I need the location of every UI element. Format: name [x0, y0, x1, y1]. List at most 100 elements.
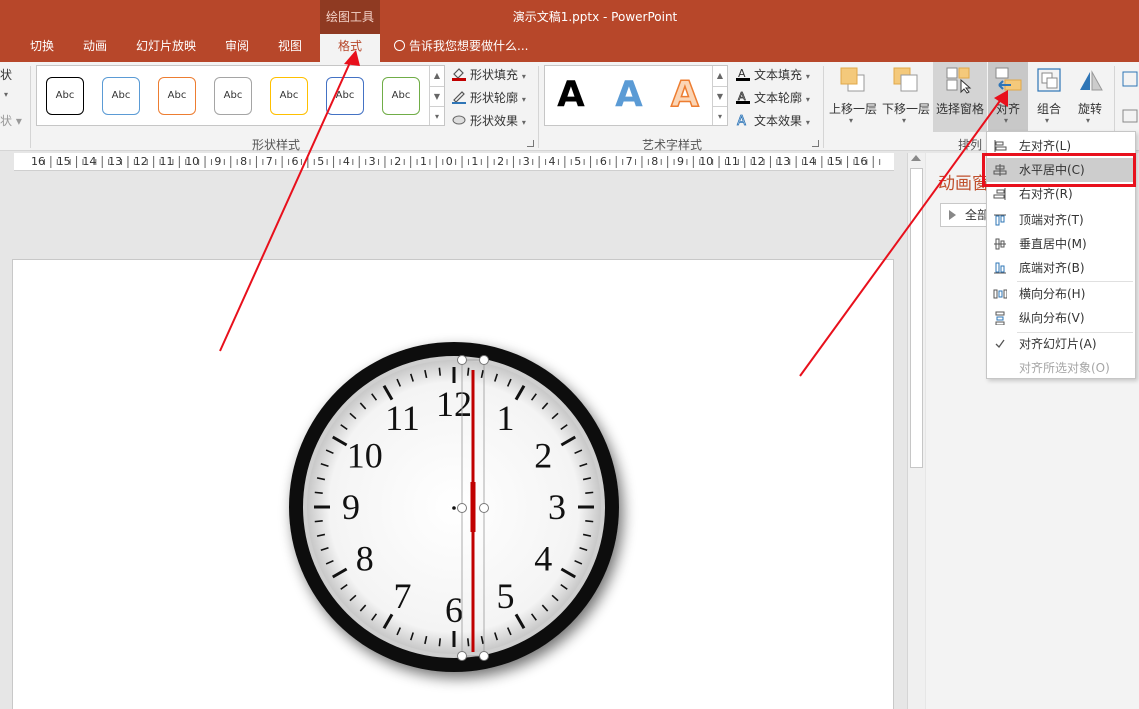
- gallery-more-icon[interactable]: ▾: [712, 106, 727, 125]
- pencil-icon: [451, 90, 467, 104]
- tell-me-search[interactable]: 告诉我您想要做什么...: [394, 37, 528, 54]
- shape-fill-button[interactable]: 形状填充 ▾: [451, 66, 526, 83]
- menu-item-align-to-slide[interactable]: 对齐幻灯片(A): [987, 332, 1135, 356]
- align-bottom-icon: [994, 262, 1006, 274]
- menu-item-distribute-vertical[interactable]: 纵向分布(V): [987, 306, 1135, 330]
- align-button[interactable]: 对齐 ▾: [988, 62, 1028, 132]
- tab-review[interactable]: 审阅: [225, 37, 249, 54]
- clock-numeral: 12: [436, 384, 472, 424]
- clock-graphic[interactable]: 12 12 3 45678 9 1011: [13, 260, 895, 709]
- align-right-icon: [993, 188, 1006, 200]
- send-backward-icon: [893, 67, 918, 92]
- tab-animations[interactable]: 动画: [83, 37, 107, 54]
- shape-style-sample[interactable]: Abc: [158, 77, 196, 115]
- wordart-styles-group-label: 艺术字样式: [642, 138, 703, 152]
- wordart-style-black[interactable]: A: [557, 74, 585, 115]
- clock-tick: [314, 491, 323, 494]
- text-effects-button[interactable]: A 文本效果 ▾: [735, 112, 810, 130]
- gallery-scroll-up-icon[interactable]: ▲: [429, 66, 444, 86]
- ruler-number: 16: [31, 155, 45, 168]
- paint-bucket-icon: [451, 67, 467, 81]
- resize-handle[interactable]: [457, 503, 467, 513]
- text-effects-label: 文本效果: [754, 114, 803, 128]
- ruler-number: 14: [82, 155, 97, 168]
- shape-style-sample[interactable]: Abc: [214, 77, 252, 115]
- shape-style-sample[interactable]: Abc: [326, 77, 364, 115]
- menu-item-align-top[interactable]: 顶端对齐(T): [987, 208, 1135, 232]
- bring-forward-icon: [840, 67, 865, 92]
- align-middle-icon: [994, 238, 1006, 250]
- dialog-launcher-icon[interactable]: [812, 140, 819, 147]
- shape-style-sample[interactable]: Abc: [46, 77, 84, 115]
- selection-pane-button[interactable]: 选择窗格: [933, 62, 987, 132]
- text-outline-button[interactable]: A 文本轮廓 ▾: [735, 89, 810, 106]
- resize-handle[interactable]: [479, 503, 489, 513]
- shape-style-sample[interactable]: Abc: [382, 77, 420, 115]
- menu-item-label: 垂直居中(M): [1019, 237, 1087, 251]
- scroll-thumb[interactable]: [910, 168, 923, 468]
- wordart-style-blue[interactable]: A: [615, 74, 643, 115]
- shape-outline-label: 形状轮廓: [470, 91, 519, 105]
- resize-handle[interactable]: [479, 355, 489, 365]
- shape-outline-button[interactable]: 形状轮廓 ▾: [451, 89, 526, 106]
- group-button[interactable]: 组合 ▾: [1029, 62, 1069, 132]
- scroll-up-icon[interactable]: [911, 155, 921, 161]
- gallery-more-icon[interactable]: ▾: [429, 106, 444, 125]
- ruler-number: 15: [827, 155, 842, 168]
- menu-item-align-middle[interactable]: 垂直居中(M): [987, 232, 1135, 256]
- menu-item-label: 对齐所选对象(O): [1019, 361, 1110, 375]
- checkmark-icon: [995, 339, 1005, 349]
- partial-command-1[interactable]: 状: [0, 66, 12, 83]
- resize-handle[interactable]: [457, 355, 467, 365]
- menu-item-label: 底端对齐(B): [1019, 261, 1085, 275]
- wordart-gallery[interactable]: A A A ▲ ▼ ▾: [544, 65, 728, 126]
- group-separator: [538, 66, 539, 148]
- gallery-scroll-down-icon[interactable]: ▼: [712, 86, 727, 106]
- title-bar: 绘图工具 演示文稿1.pptx - PowerPoint 切换 动画 幻灯片放映…: [0, 0, 1139, 62]
- menu-item-label: 右对齐(R): [1019, 187, 1073, 201]
- tab-format[interactable]: 格式: [320, 34, 380, 62]
- clock-numeral: 3: [548, 487, 566, 527]
- send-backward-button[interactable]: 下移一层 ▾: [880, 62, 932, 132]
- shape-effects-button[interactable]: 形状效果 ▾: [451, 112, 526, 129]
- slide-canvas[interactable]: 12 1 2 3 4 5 6 7 8 9 10 11: [12, 259, 894, 709]
- gallery-scroll-down-icon[interactable]: ▼: [429, 86, 444, 106]
- menu-item-label: 左对齐(L): [1019, 139, 1072, 153]
- shape-style-sample[interactable]: Abc: [102, 77, 140, 115]
- clock-center-dot: [452, 506, 456, 510]
- menu-item-distribute-horizontal[interactable]: 横向分布(H): [987, 282, 1135, 306]
- ruler-number: 2: [497, 155, 505, 168]
- menu-item-label: 对齐幻灯片(A): [1019, 337, 1097, 351]
- ruler-number: 9: [677, 155, 684, 168]
- ruler-number: 12: [133, 155, 148, 168]
- align-icon: [995, 67, 1022, 91]
- partial-command-2[interactable]: ▾: [4, 90, 8, 99]
- menu-item-label: 顶端对齐(T): [1019, 213, 1084, 227]
- ruler-number: 5: [574, 155, 582, 168]
- menu-item-label: 横向分布(H): [1019, 287, 1086, 301]
- dialog-launcher-icon[interactable]: [527, 140, 534, 147]
- ruler-number: 13: [776, 155, 791, 168]
- text-fill-button[interactable]: A 文本填充 ▾: [735, 66, 810, 83]
- rotate-button[interactable]: 旋转 ▾: [1070, 62, 1110, 132]
- resize-handle[interactable]: [457, 651, 467, 661]
- rotate-label: 旋转: [1077, 102, 1102, 116]
- clock-tick: [467, 367, 470, 376]
- gallery-scroll-up-icon[interactable]: ▲: [712, 66, 727, 86]
- ruler-number: 16: [853, 155, 868, 168]
- bring-forward-button[interactable]: 上移一层 ▾: [827, 62, 879, 132]
- menu-item-align-bottom[interactable]: 底端对齐(B): [987, 256, 1135, 280]
- ruler-number: 12: [750, 155, 765, 168]
- tab-slideshow[interactable]: 幻灯片放映: [136, 37, 196, 54]
- shape-style-sample[interactable]: Abc: [270, 77, 308, 115]
- shape-styles-gallery[interactable]: Abc Abc Abc Abc Abc Abc Abc ▲ ▼ ▾: [36, 65, 445, 126]
- ruler-number: 7: [265, 155, 273, 168]
- wordart-style-orange-outline[interactable]: A: [670, 73, 699, 116]
- resize-handle[interactable]: [479, 651, 489, 661]
- tab-transitions[interactable]: 切换: [30, 37, 54, 54]
- vertical-scrollbar[interactable]: [907, 153, 925, 709]
- ruler-number: 5: [317, 155, 325, 168]
- tab-view[interactable]: 视图: [278, 37, 302, 54]
- clock-tick: [585, 491, 594, 494]
- clock-tick: [314, 520, 323, 523]
